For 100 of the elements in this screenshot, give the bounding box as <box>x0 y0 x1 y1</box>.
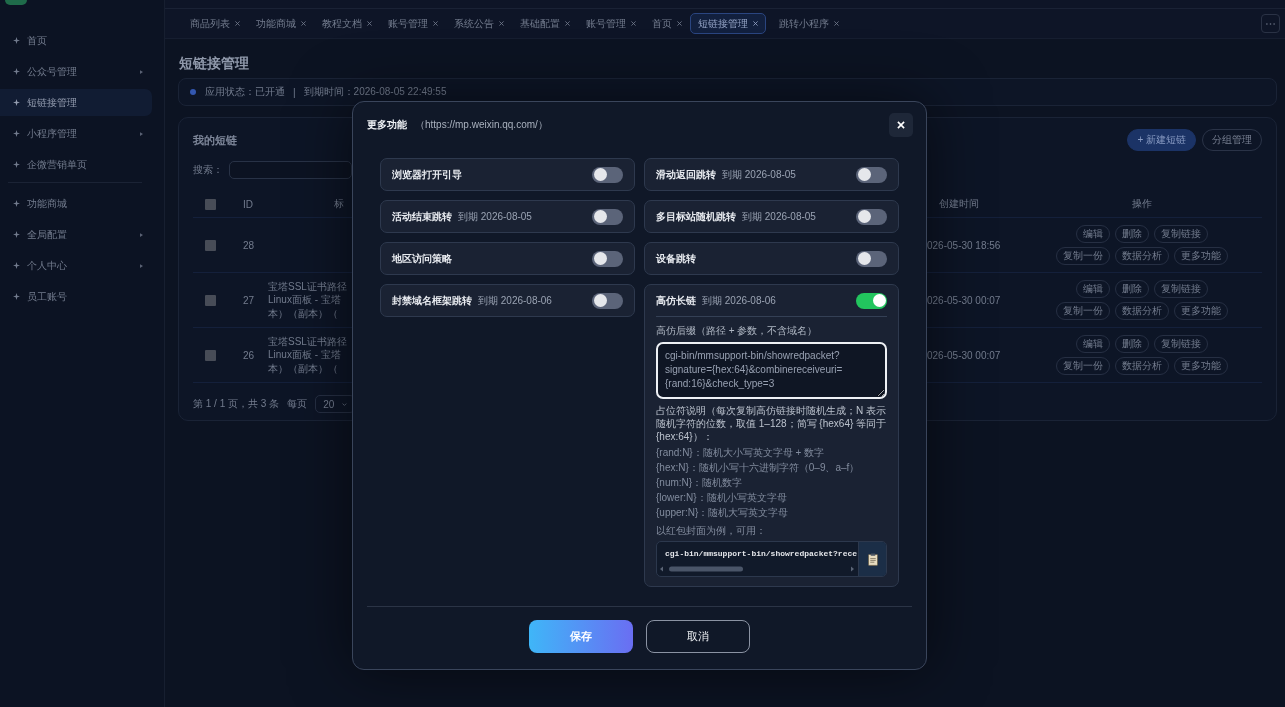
title-cell: 宝塔SSL证书路径 Linux面板 - 宝塔 本）（副本）（ <box>268 334 347 376</box>
feature-name: 高仿长链 <box>656 293 696 308</box>
cancel-button[interactable]: 取消 <box>646 620 750 653</box>
more-icon <box>1266 22 1275 25</box>
feature-name: 滑动返回跳转 <box>656 167 716 182</box>
close-icon[interactable] <box>565 21 570 26</box>
clipboard-icon <box>867 552 878 566</box>
toggle-switch[interactable] <box>592 166 623 183</box>
status-text: 到期时间：2026-08-05 22:49:55 <box>303 85 447 99</box>
sparkle-icon <box>13 68 20 75</box>
help-text: 占位符说明（每次复制高仿链接时随机生成；N 表示随机字符的位数，取值 1–128；简写 {hex64} 等同于 {hex:64}）： <box>656 404 887 443</box>
card-title: 我的短链 <box>193 132 237 148</box>
status-text: 应用状态：已开通 <box>205 85 285 99</box>
tab[interactable]: 首页 <box>644 13 690 34</box>
id-cell: 27 <box>243 294 255 306</box>
close-icon[interactable] <box>753 21 758 26</box>
time-cell: 026-05-30 18:56 <box>927 239 1001 251</box>
column-header: 标 <box>334 198 344 209</box>
sparkle-icon <box>13 99 20 106</box>
sidebar-item[interactable]: 功能商城 <box>0 190 152 217</box>
sidebar-item[interactable]: 个人中心 <box>0 252 152 279</box>
close-icon[interactable] <box>235 21 240 26</box>
close-icon[interactable] <box>301 21 306 26</box>
feature-name: 设备跳转 <box>656 251 696 266</box>
checkbox[interactable] <box>205 239 216 251</box>
sidebar-item[interactable]: 短链接管理 <box>0 89 152 116</box>
expiry-date: 到期 2026-08-06 <box>478 293 552 308</box>
sparkle-icon <box>13 293 20 300</box>
status-text: | <box>293 86 296 98</box>
placeholder-rule: {hex:N}：随机小写十六进制字符（0–9、a–f） <box>656 461 861 475</box>
toggle-switch[interactable] <box>856 250 887 267</box>
close-icon <box>897 121 905 129</box>
sidebar-item[interactable]: 员工账号 <box>0 283 152 310</box>
search-field[interactable] <box>229 161 352 179</box>
checkbox[interactable] <box>205 198 216 210</box>
toggle-switch[interactable] <box>592 250 623 267</box>
feature-name: 浏览器打开引导 <box>392 167 462 182</box>
sidebar-item[interactable]: 企微营销单页 <box>0 151 152 178</box>
title-cell: 宝塔SSL证书路径 Linux面板 - 宝塔 本）（副本）（ <box>268 279 347 321</box>
placeholder-rule: {lower:N}：随机小写英文字母 <box>656 491 788 505</box>
modal-subtitle: （https://mp.weixin.qq.com/） <box>415 118 548 132</box>
sparkle-icon <box>13 37 20 44</box>
scrollbar[interactable] <box>659 565 855 573</box>
sidebar-item[interactable]: 小程序管理 <box>0 120 152 147</box>
toggle-switch[interactable] <box>856 166 887 183</box>
sparkle-icon <box>13 130 20 137</box>
column-header: 操作 <box>1131 198 1152 209</box>
close-icon[interactable] <box>631 21 636 26</box>
feature-name: 活动结束跳转 <box>392 209 452 224</box>
time-cell: 026-05-30 00:07 <box>927 294 1001 306</box>
column-header: 创建时间 <box>939 198 979 209</box>
tab[interactable]: 功能商城 <box>248 13 314 34</box>
toggle-switch[interactable] <box>592 292 623 309</box>
expiry-date: 到期 2026-08-06 <box>702 293 776 308</box>
sidebar-item[interactable]: 首页 <box>0 27 152 54</box>
tab[interactable]: 跳转小程序 <box>771 13 847 34</box>
id-cell: 26 <box>243 349 255 361</box>
suffix-input[interactable]: cgi-bin/mmsupport-bin/showredpacket?signature={hex:64}&combinereceiveuri={rand:16}&check_type=3 <box>656 342 887 399</box>
tab[interactable]: 账号管理 <box>578 13 644 34</box>
close-icon[interactable] <box>499 21 504 26</box>
column-header: ID <box>243 198 253 210</box>
placeholder-rule: {num:N}：随机数字 <box>656 476 744 490</box>
page-title: 短链接管理 <box>179 54 250 73</box>
placeholder-rule: {upper:N}：随机大写英文字母 <box>656 506 790 520</box>
chevron-icon <box>342 401 348 407</box>
pagination-text: 第 1 / 1 页，共 3 条 <box>193 397 280 411</box>
status-dot-icon <box>190 89 196 95</box>
sparkle-icon <box>13 262 20 269</box>
sparkle-icon <box>13 231 20 238</box>
close-icon[interactable] <box>433 21 438 26</box>
checkbox[interactable] <box>205 294 216 306</box>
field-label: 高仿后缀（路径 + 参数，不含域名） <box>656 324 819 338</box>
sidebar-item[interactable]: 全局配置 <box>0 221 152 248</box>
toggle-switch[interactable] <box>856 208 887 225</box>
toggle-switch[interactable] <box>592 208 623 225</box>
close-icon[interactable] <box>677 21 682 26</box>
tab[interactable]: 教程文档 <box>314 13 380 34</box>
copy-button[interactable] <box>858 542 886 576</box>
feature-name: 封禁域名框架跳转 <box>392 293 472 308</box>
tab[interactable]: 系统公告 <box>446 13 512 34</box>
tab[interactable]: 基础配置 <box>512 13 578 34</box>
modal-title: 更多功能 <box>367 118 407 132</box>
placeholder-rule: {rand:N}：随机大小写英文字母 + 数字 <box>656 446 826 460</box>
search-label: 搜索： <box>193 163 223 177</box>
close-icon[interactable] <box>367 21 372 26</box>
feature-name: 多目标站随机跳转 <box>656 209 736 224</box>
logo-icon <box>5 0 27 5</box>
save-button[interactable]: 保存 <box>529 620 633 653</box>
time-cell: 026-05-30 00:07 <box>927 349 1001 361</box>
create-button[interactable]: + 新建短链 <box>1127 129 1196 151</box>
expiry-date: 到期 2026-08-05 <box>742 209 816 224</box>
example-label: 以红包封面为例，可用： <box>656 524 767 538</box>
tab[interactable]: 商品列表 <box>182 13 248 34</box>
sidebar-item[interactable]: 公众号管理 <box>0 58 152 85</box>
checkbox[interactable] <box>205 349 216 361</box>
close-icon[interactable] <box>834 21 839 26</box>
toggle-switch[interactable] <box>856 292 887 309</box>
tab[interactable]: 账号管理 <box>380 13 446 34</box>
tab[interactable]: 短链接管理 <box>690 13 766 34</box>
close-button[interactable] <box>889 113 913 137</box>
